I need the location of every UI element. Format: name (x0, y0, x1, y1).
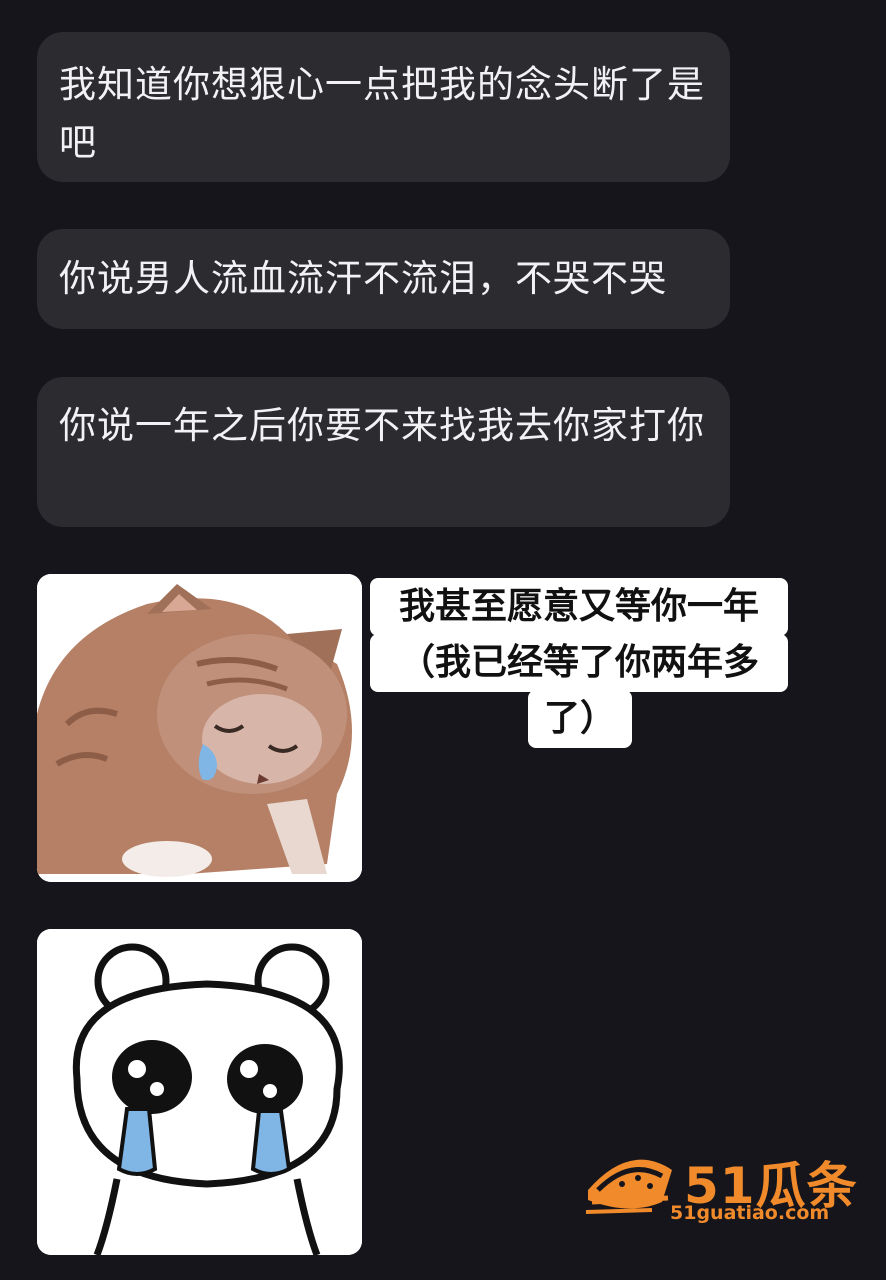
message-text: 你说男人流血流汗不流泪，不哭不哭 (59, 257, 667, 300)
caption-line: 我甚至愿意又等你一年 (370, 578, 788, 636)
caption-line: （我已经等了你两年多 (370, 634, 788, 692)
message-bubble[interactable]: 你说一年之后你要不来找我去你家打你 (37, 377, 730, 527)
caption-line: 了） (528, 690, 632, 748)
watermark-url: 51guatiao.com (670, 1202, 830, 1224)
message-bubble[interactable]: 你说男人流血流汗不流泪，不哭不哭 (37, 229, 730, 329)
message-text: 你说一年之后你要不来找我去你家打你 (59, 404, 705, 447)
crying-cat-image (37, 574, 362, 882)
watermelon-logo-icon (585, 1159, 672, 1214)
message-text: 我知道你想狠心一点把我的念头断了是吧 (59, 63, 705, 164)
chat-screen: 我知道你想狠心一点把我的念头断了是吧 你说男人流血流汗不流泪，不哭不哭 你说一年… (0, 0, 886, 1280)
crying-bear-sticker[interactable] (37, 929, 362, 1255)
message-bubble[interactable]: 我知道你想狠心一点把我的念头断了是吧 (37, 32, 730, 182)
crying-cat-sticker[interactable] (37, 574, 362, 882)
crying-bear-image (37, 929, 362, 1255)
watermark: 51瓜条 51guatiao.com (582, 1152, 872, 1230)
